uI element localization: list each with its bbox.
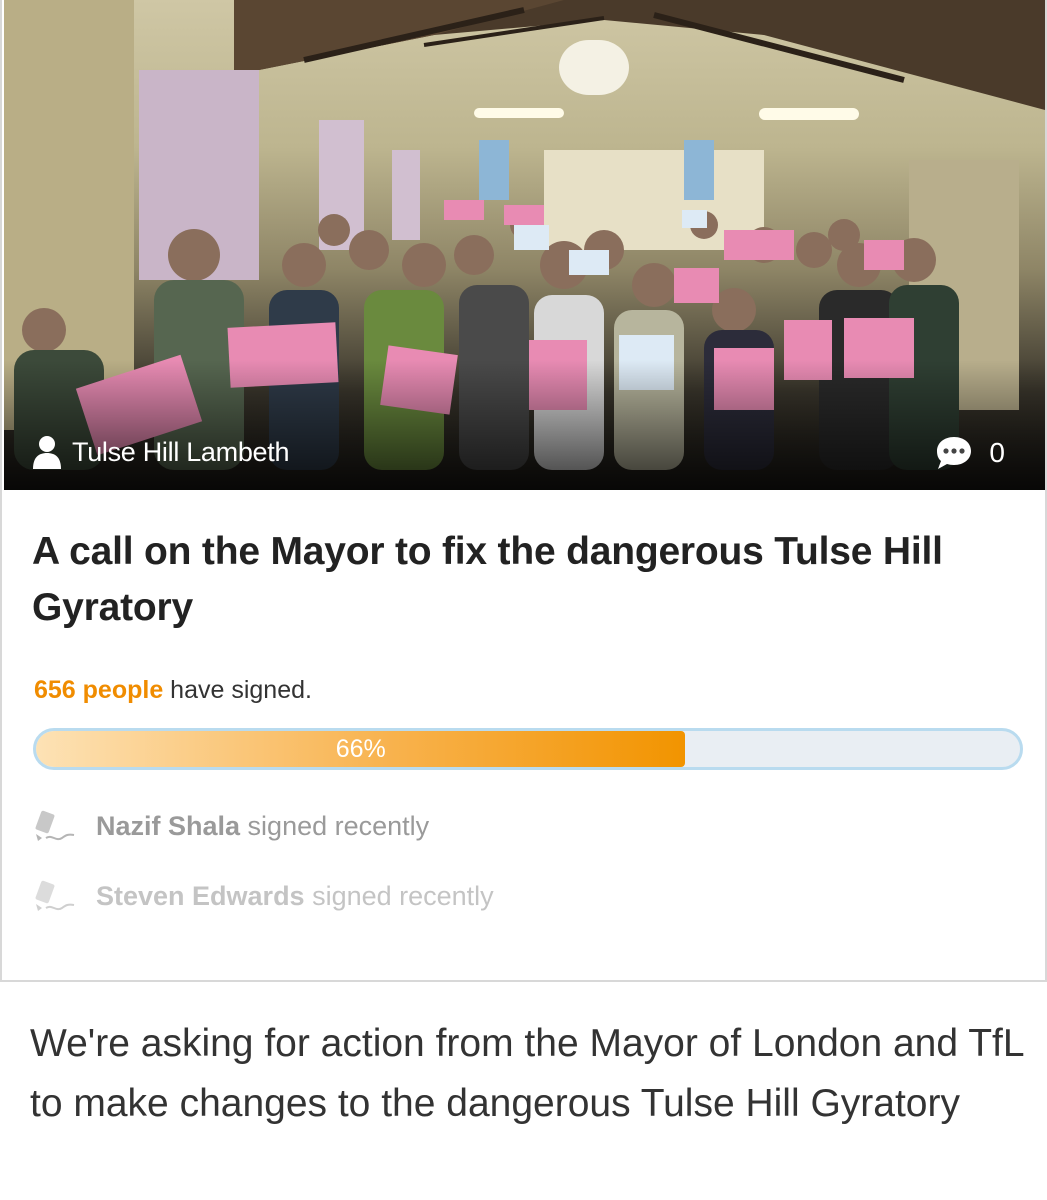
petition-card[interactable]: Tulse Hill Lambeth 0 A call on the Mayor… [0,0,1047,982]
recent-signer: Steven Edwards signed recently [32,876,494,916]
signature-count-suffix: have signed. [163,676,312,704]
signer-name: Nazif Shala [96,810,241,841]
signature-summary: 656 people have signed. [34,676,312,705]
author-name: Tulse Hill Lambeth [72,436,290,467]
signature-count: 656 people [34,676,164,704]
pen-signature-icon [35,810,75,841]
comment-counter[interactable]: 0 [935,432,1005,474]
speech-bubble-icon [937,437,972,469]
petition-description: We're asking for action from the Mayor o… [30,1022,1024,1125]
petition-photo[interactable]: Tulse Hill Lambeth 0 [4,0,1045,490]
comment-count: 0 [989,437,1005,468]
progress-percent-label: 66% [335,734,386,763]
signer-status: signed recently [240,810,430,841]
signer-name: Steven Edwards [96,880,305,911]
pen-signature-icon [35,880,75,911]
signature-progress-bar: 66% [33,728,1023,770]
petition-author[interactable]: Tulse Hill Lambeth [32,432,290,472]
user-icon [33,436,61,469]
signer-status: signed recently [304,880,494,911]
recent-signer: Nazif Shala signed recently [32,806,429,846]
petition-title[interactable]: A call on the Mayor to fix the dangerous… [32,524,972,636]
